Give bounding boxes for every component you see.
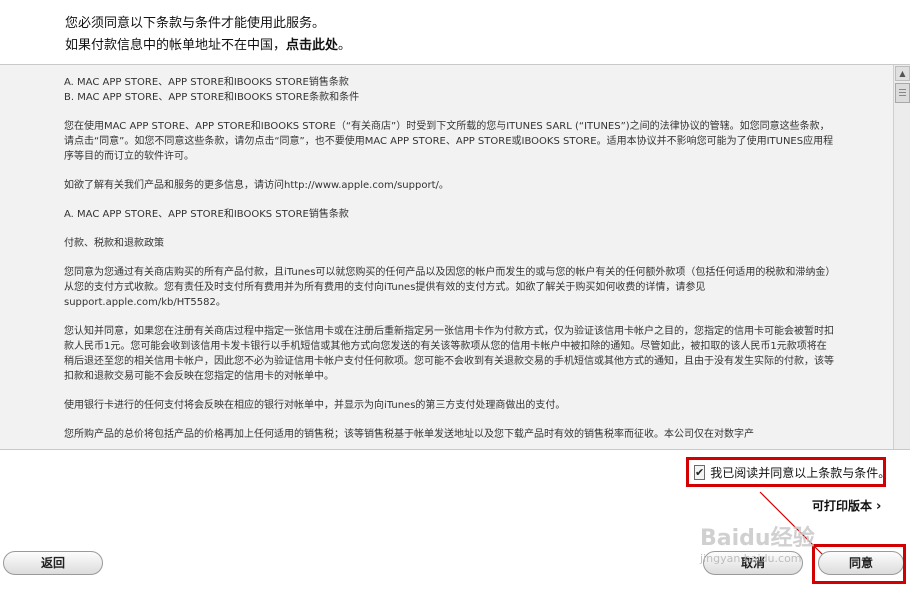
agree-checkbox-label[interactable]: 我已阅读并同意以上条款与条件。 <box>710 464 890 481</box>
terms-heading-b: B. MAC APP STORE、APP STORE和IBOOKS STORE条… <box>64 92 360 103</box>
chevron-right-icon: › <box>876 499 882 514</box>
printable-version-link[interactable]: 可打印版本 › <box>812 497 881 514</box>
terms-paragraph: 如欲了解有关我们产品和服务的更多信息，请访问http://www.apple.c… <box>64 180 449 191</box>
back-button[interactable]: 返回 <box>3 551 103 575</box>
terms-heading-a: A. MAC APP STORE、APP STORE和IBOOKS STORE销… <box>64 77 349 88</box>
scroll-thumb[interactable] <box>895 83 910 103</box>
terms-paragraph: 您同意为您通过有关商店购买的所有产品付款，且iTunes可以就您购买的任何产品以… <box>64 267 831 308</box>
terms-required-notice: 您必须同意以下条款与条件才能使用此服务。 <box>65 16 326 31</box>
terms-content: A. MAC APP STORE、APP STORE和IBOOKS STORE销… <box>64 75 834 449</box>
printable-version-label: 可打印版本 <box>812 499 873 513</box>
terms-text-panel[interactable]: A. MAC APP STORE、APP STORE和IBOOKS STORE销… <box>0 64 893 450</box>
terms-scrollbar[interactable]: ▲ <box>893 64 910 450</box>
terms-paragraph: 您认知并同意，如果您在注册有关商店过程中指定一张信用卡或在注册后重新指定另一张信… <box>64 326 834 382</box>
terms-section-title: A. MAC APP STORE、APP STORE和IBOOKS STORE销… <box>64 209 349 220</box>
grip-line <box>899 92 906 93</box>
terms-paragraph: 使用银行卡进行的任何支付将会反映在相应的银行对帐单中，并显示为向iTunes的第… <box>64 400 566 411</box>
agree-checkbox[interactable]: ✔ <box>694 464 706 480</box>
billing-address-notice: 如果付款信息中的帐单地址不在中国，点击此处。 <box>65 34 351 53</box>
click-here-link[interactable]: 点击此处 <box>286 38 338 53</box>
agree-button-highlight <box>812 544 906 584</box>
scroll-up-arrow-icon[interactable]: ▲ <box>895 66 910 81</box>
billing-notice-prefix: 如果付款信息中的帐单地址不在中国， <box>65 38 287 53</box>
terms-paragraph: 您所购产品的总价将包括产品的价格再加上任何适用的销售税；该等销售税基于帐单发送地… <box>64 429 754 440</box>
billing-notice-suffix: 。 <box>338 38 352 53</box>
watermark-title: Baidu经验 <box>700 526 815 551</box>
grip-line <box>899 89 906 90</box>
grip-line <box>899 95 906 96</box>
cancel-button[interactable]: 取消 <box>703 551 803 575</box>
agree-checkbox-row[interactable]: ✔ 我已阅读并同意以上条款与条件。 <box>686 457 890 487</box>
terms-paragraph: 您在使用MAC APP STORE、APP STORE和IBOOKS STORE… <box>64 121 834 162</box>
header: 您必须同意以下条款与条件才能使用此服务。 如果付款信息中的帐单地址不在中国，点击… <box>0 0 914 62</box>
terms-subsection-title: 付款、税款和退款政策 <box>64 238 164 249</box>
